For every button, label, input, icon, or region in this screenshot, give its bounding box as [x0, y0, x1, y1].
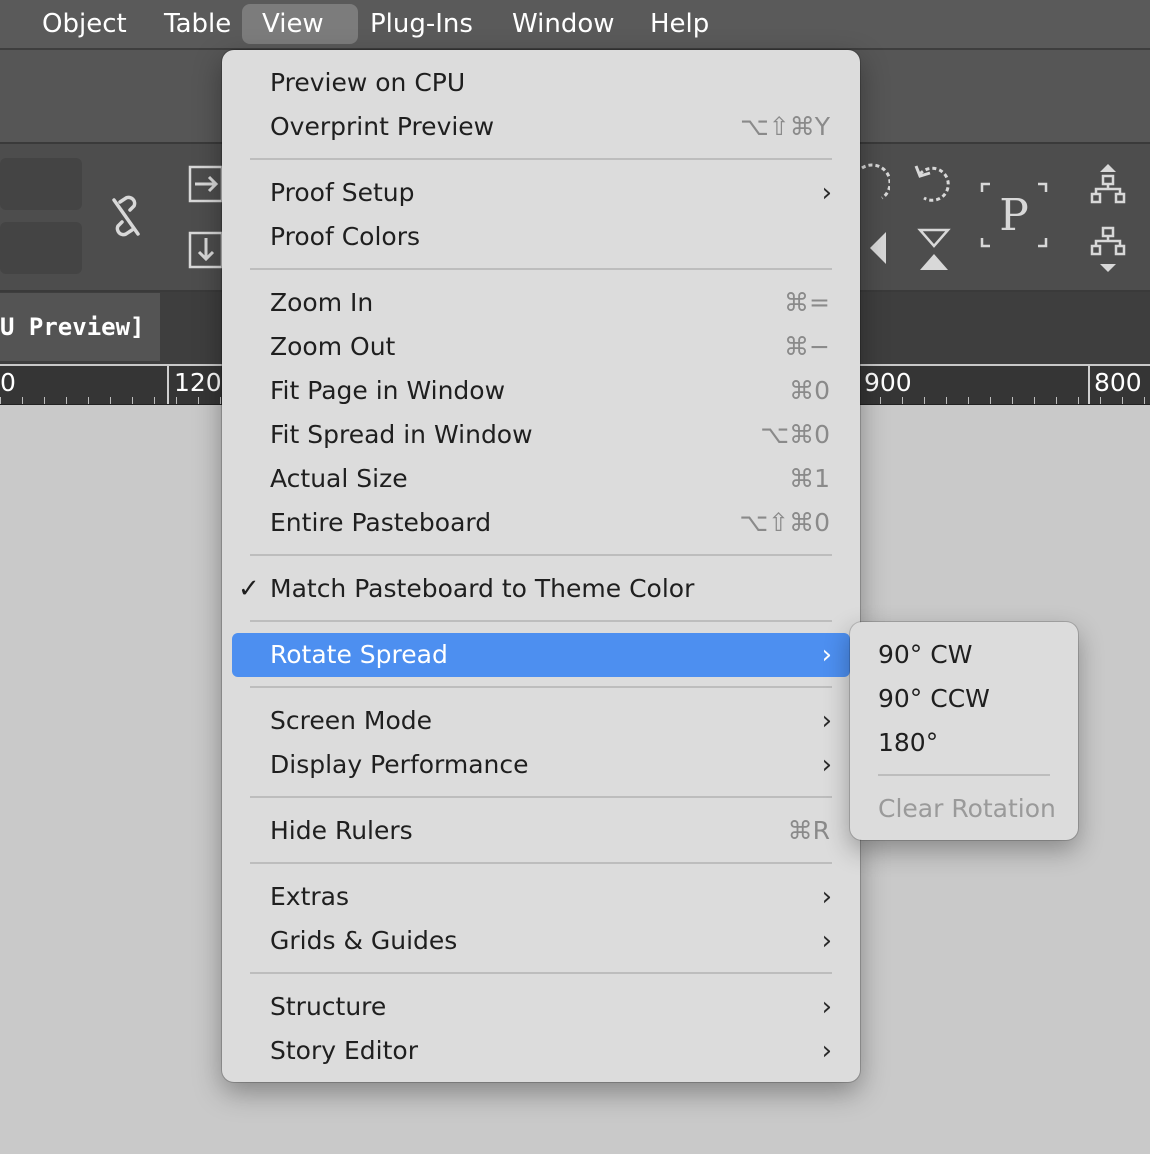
distribute-down-icon[interactable]: [1088, 226, 1128, 282]
menubar-item-plug-ins[interactable]: Plug-Ins: [350, 4, 493, 44]
menu-item-hide-rulers[interactable]: Hide Rulers ⌘R: [222, 809, 860, 853]
shortcut-label: ⌥⇧⌘0: [739, 508, 830, 537]
shortcut-label: ⌥⇧⌘Y: [739, 112, 830, 141]
menubar-item-view[interactable]: View: [242, 4, 358, 44]
chevron-right-icon: ›: [821, 992, 832, 1022]
menubar-item-object[interactable]: Object: [22, 4, 147, 44]
align-right-icon[interactable]: [186, 164, 226, 212]
menu-item-fit-page-in-window[interactable]: Fit Page in Window ⌘0: [222, 369, 860, 413]
menu-separator: [250, 268, 832, 270]
menu-item-actual-size[interactable]: Actual Size ⌘1: [222, 457, 860, 501]
menu-separator: [250, 158, 832, 160]
rotate-spread-submenu: 90° CW 90° CCW 180° Clear Rotation: [850, 622, 1078, 840]
menubar-item-table[interactable]: Table: [144, 4, 251, 44]
chevron-right-icon: ›: [821, 706, 832, 736]
placeholder-p-icon[interactable]: P: [980, 180, 1048, 258]
menu-item-display-performance[interactable]: Display Performance ›: [222, 743, 860, 787]
chevron-right-icon: ›: [821, 882, 832, 912]
chevron-right-icon: ›: [821, 926, 832, 956]
shortcut-label: ⌘R: [787, 816, 830, 845]
ruler-label: 800: [1094, 368, 1142, 397]
checkmark-icon: ✓: [238, 574, 260, 604]
menu-item-story-editor[interactable]: Story Editor ›: [222, 1029, 860, 1073]
flip-horizontal-icon[interactable]: [862, 228, 890, 276]
menu-item-match-pasteboard-to-theme-color[interactable]: ✓ Match Pasteboard to Theme Color: [222, 567, 860, 611]
ruler-label: 0: [0, 368, 16, 397]
menu-separator: [250, 972, 832, 974]
submenu-item-90-cw[interactable]: 90° CW: [850, 633, 1078, 677]
menu-separator: [250, 620, 832, 622]
menu-separator: [250, 554, 832, 556]
ruler-label: 900: [864, 368, 912, 397]
menu-separator: [250, 686, 832, 688]
ruler-major-tick: [1088, 366, 1090, 404]
shortcut-label: ⌥⌘0: [760, 420, 830, 449]
menu-item-preview-on-cpu[interactable]: Preview on CPU: [222, 61, 860, 105]
chevron-right-icon: ›: [821, 640, 832, 670]
shortcut-label: ⌘−: [784, 332, 830, 361]
shortcut-label: ⌘=: [784, 288, 830, 317]
control-field-x[interactable]: [0, 158, 82, 210]
menu-item-grids-and-guides[interactable]: Grids & Guides ›: [222, 919, 860, 963]
submenu-separator: [878, 774, 1050, 776]
link-broken-icon[interactable]: [102, 194, 150, 246]
shortcut-label: ⌘0: [789, 376, 830, 405]
flip-vertical-icon[interactable]: [914, 228, 954, 280]
submenu-item-180[interactable]: 180°: [850, 721, 1078, 765]
menu-item-extras[interactable]: Extras ›: [222, 875, 860, 919]
svg-text:P: P: [999, 190, 1029, 241]
menu-item-entire-pasteboard[interactable]: Entire Pasteboard ⌥⇧⌘0: [222, 501, 860, 545]
shortcut-label: ⌘1: [789, 464, 830, 493]
menubar-item-window[interactable]: Window: [492, 4, 635, 44]
submenu-item-90-ccw[interactable]: 90° CCW: [850, 677, 1078, 721]
menu-item-screen-mode[interactable]: Screen Mode ›: [222, 699, 860, 743]
menu-bar: Object Table View Plug-Ins Window Help: [0, 0, 1150, 50]
menu-item-zoom-out[interactable]: Zoom Out ⌘−: [222, 325, 860, 369]
menu-item-proof-setup[interactable]: Proof Setup ›: [222, 171, 860, 215]
rotate-cw-icon[interactable]: [860, 160, 892, 216]
chevron-right-icon: ›: [821, 178, 832, 208]
menu-separator: [250, 796, 832, 798]
ruler-major-tick: [167, 366, 169, 404]
align-bottom-icon[interactable]: [186, 230, 226, 278]
submenu-item-clear-rotation: Clear Rotation: [878, 794, 1056, 823]
menu-item-rotate-spread[interactable]: Rotate Spread ›: [232, 633, 850, 677]
menu-item-structure[interactable]: Structure ›: [222, 985, 860, 1029]
menu-item-overprint-preview[interactable]: Overprint Preview ⌥⇧⌘Y: [222, 105, 860, 149]
chevron-right-icon: ›: [821, 750, 832, 780]
menubar-item-help[interactable]: Help: [630, 4, 729, 44]
distribute-up-icon[interactable]: [1088, 162, 1128, 214]
document-tab[interactable]: U Preview]: [0, 293, 160, 361]
chevron-right-icon: ›: [821, 1036, 832, 1066]
control-field-y[interactable]: [0, 222, 82, 274]
menu-separator: [250, 862, 832, 864]
ruler-label: 120: [174, 368, 222, 397]
rotate-ccw-icon[interactable]: [912, 160, 956, 216]
menu-item-fit-spread-in-window[interactable]: Fit Spread in Window ⌥⌘0: [222, 413, 860, 457]
menu-item-proof-colors[interactable]: Proof Colors: [222, 215, 860, 259]
view-menu: Preview on CPU Overprint Preview ⌥⇧⌘Y Pr…: [222, 50, 860, 1082]
document-tab-label: U Preview]: [0, 313, 145, 341]
menu-item-zoom-in[interactable]: Zoom In ⌘=: [222, 281, 860, 325]
